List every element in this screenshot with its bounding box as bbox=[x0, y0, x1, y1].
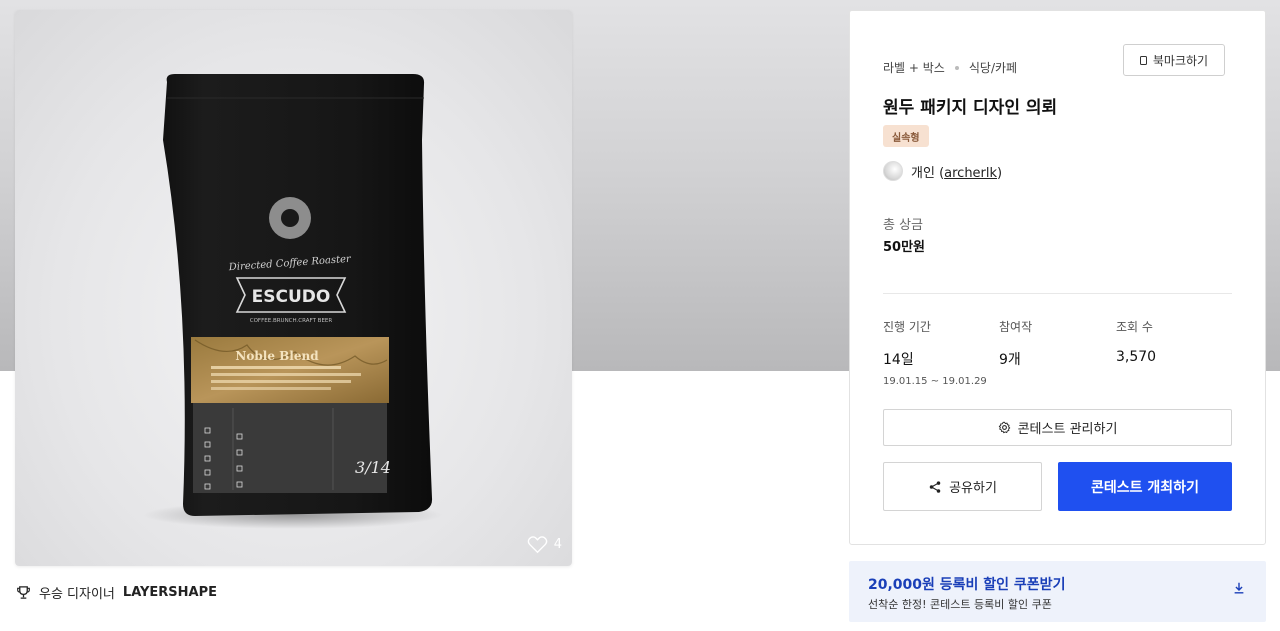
share-label: 공유하기 bbox=[949, 481, 997, 496]
breadcrumb-separator bbox=[954, 65, 959, 70]
contest-info-card: 라벨 + 박스 식당/카페 북마크하기 원두 패키지 디자인 의뢰 실속형 개인… bbox=[849, 10, 1266, 545]
bag-info-panel bbox=[193, 403, 387, 493]
bag-blend-text: Noble Blend bbox=[235, 349, 319, 363]
bag-brand-text: ESCUDO bbox=[252, 287, 331, 307]
contest-owner: 개인 (archerlk) bbox=[883, 161, 1002, 181]
heart-icon bbox=[527, 536, 548, 554]
plan-badge: 실속형 bbox=[883, 125, 929, 147]
owner-handle-link[interactable]: archerlk bbox=[944, 166, 997, 181]
winner-name: LAYERSHAPE bbox=[122, 585, 218, 600]
coffee-bag-illustration: Directed Coffee Roaster ESCUDO COFFEE.BR… bbox=[143, 74, 443, 529]
like-button[interactable]: 4 bbox=[527, 535, 562, 554]
stat-value: 9개 bbox=[999, 352, 1021, 368]
bag-gold-label bbox=[191, 337, 389, 403]
category-breadcrumb: 라벨 + 박스 식당/카페 bbox=[883, 59, 1017, 76]
stat-duration: 진행 기간 14일 19.01.15 ~ 19.01.29 bbox=[883, 318, 987, 387]
trophy-icon bbox=[17, 586, 30, 599]
coupon-banner[interactable]: 20,000원 등록비 할인 쿠폰받기 선착순 한정! 콘테스트 등록비 할인 … bbox=[849, 561, 1266, 622]
bookmark-button[interactable]: 북마크하기 bbox=[1123, 44, 1225, 76]
like-count: 4 bbox=[553, 537, 562, 552]
subcategory-label[interactable]: 식당/카페 bbox=[969, 59, 1017, 76]
prize-label: 총 상금 bbox=[883, 218, 924, 233]
winner-prefix: 우승 디자이너 bbox=[39, 587, 115, 602]
prize-value: 50만원 bbox=[883, 240, 926, 255]
stat-label: 진행 기간 bbox=[883, 320, 931, 334]
contest-hero-image[interactable]: Directed Coffee Roaster ESCUDO COFFEE.BR… bbox=[15, 10, 572, 566]
manage-contest-button[interactable]: 콘테스트 관리하기 bbox=[883, 409, 1232, 446]
stat-label: 참여작 bbox=[999, 320, 1033, 334]
coupon-title: 20,000원 등록비 할인 쿠폰받기 bbox=[868, 577, 1066, 593]
share-button[interactable]: 공유하기 bbox=[883, 462, 1042, 511]
winner-designer: 우승 디자이너 LAYERSHAPE bbox=[16, 583, 217, 602]
bookmark-icon bbox=[1139, 55, 1147, 65]
avatar bbox=[883, 161, 903, 181]
bag-tagline-text: COFFEE.BRUNCH.CRAFT BEER bbox=[250, 318, 333, 324]
owner-type: 개인 bbox=[911, 165, 935, 181]
gear-icon bbox=[998, 421, 1010, 434]
contest-title: 원두 패키지 디자인 의뢰 bbox=[883, 98, 1058, 118]
manage-contest-label: 콘테스트 관리하기 bbox=[1017, 422, 1118, 437]
bag-date-mark: 3/14 bbox=[355, 458, 391, 477]
coupon-subtitle: 선착순 한정! 콘테스트 등록비 할인 쿠폰 bbox=[868, 598, 1052, 611]
stat-label: 조회 수 bbox=[1116, 320, 1153, 334]
stat-value: 3,570 bbox=[1116, 349, 1157, 365]
share-icon bbox=[929, 480, 941, 493]
stat-date-range: 19.01.15 ~ 19.01.29 bbox=[883, 376, 987, 387]
owner-paren-close: ) bbox=[997, 165, 1003, 181]
divider bbox=[883, 293, 1232, 294]
stat-entries: 참여작 9개 bbox=[999, 318, 1032, 369]
host-contest-button[interactable]: 콘테스트 개최하기 bbox=[1058, 462, 1232, 511]
download-icon[interactable] bbox=[1232, 581, 1246, 595]
stat-views: 조회 수 3,570 bbox=[1116, 318, 1156, 365]
stat-value: 14일 bbox=[883, 352, 914, 368]
bookmark-label: 북마크하기 bbox=[1152, 53, 1209, 68]
category-label[interactable]: 라벨 + 박스 bbox=[883, 59, 945, 76]
